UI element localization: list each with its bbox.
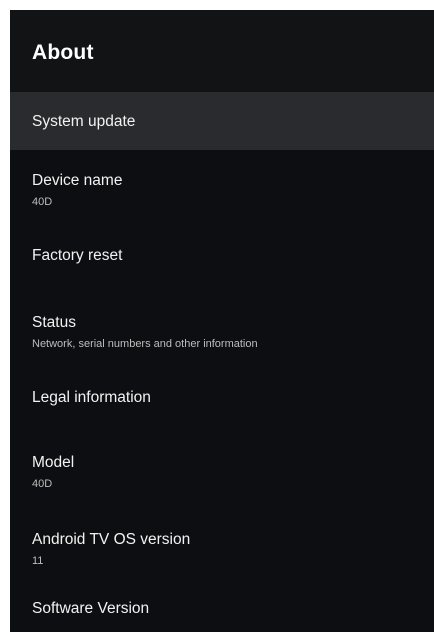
menu-item-description: Network, serial numbers and other inform… bbox=[32, 338, 258, 350]
menu-item-label: System update bbox=[32, 113, 136, 130]
panel-header: About bbox=[10, 10, 434, 92]
menu-item-android-tv-os-version[interactable]: Android TV OS version 11 bbox=[10, 510, 434, 578]
menu-item-label: Status bbox=[32, 314, 76, 331]
menu-item-label: Android TV OS version bbox=[32, 531, 191, 548]
menu-item-factory-reset[interactable]: Factory reset bbox=[10, 224, 434, 291]
menu-item-system-update[interactable]: System update bbox=[10, 92, 434, 150]
menu-item-value: 40D bbox=[32, 196, 53, 208]
menu-item-label: Legal information bbox=[32, 389, 151, 406]
menu-item-label: Device name bbox=[32, 172, 123, 189]
settings-panel: About System update Device name 40D Fact… bbox=[10, 10, 434, 632]
menu-item-software-version[interactable]: Software Version bbox=[10, 578, 434, 618]
menu-item-model[interactable]: Model 40D bbox=[10, 432, 434, 510]
page-title: About bbox=[32, 41, 94, 64]
menu-item-value: 11 bbox=[32, 555, 44, 567]
menu-item-legal-information[interactable]: Legal information bbox=[10, 367, 434, 432]
menu-item-label: Model bbox=[32, 454, 75, 471]
menu-item-value: 40D bbox=[32, 478, 53, 490]
settings-list: System update Device name 40D Factory re… bbox=[10, 92, 434, 618]
menu-item-device-name[interactable]: Device name 40D bbox=[10, 150, 434, 224]
menu-item-label: Software Version bbox=[32, 600, 150, 617]
menu-item-status[interactable]: Status Network, serial numbers and other… bbox=[10, 291, 434, 367]
menu-item-label: Factory reset bbox=[32, 247, 123, 264]
